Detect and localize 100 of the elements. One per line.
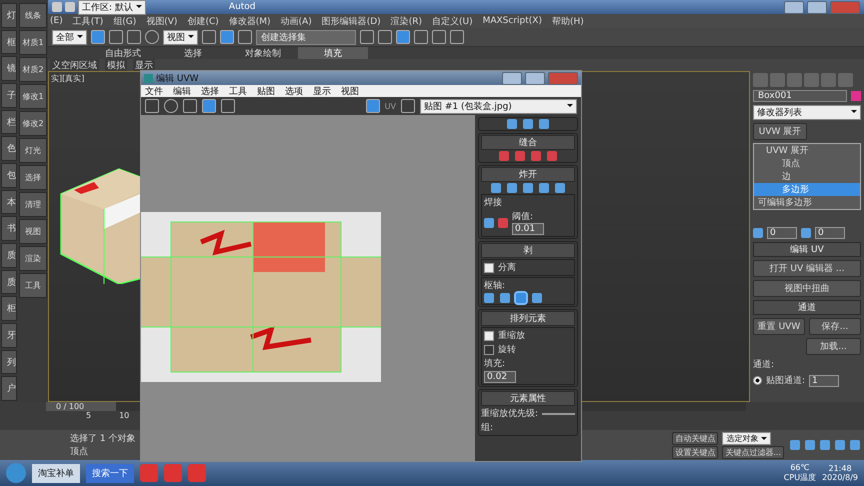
rollout-header[interactable]: 编辑 UV [753,242,861,257]
script-button[interactable]: 选择 [19,165,47,190]
ribbon-tab[interactable]: 选择 [158,47,228,59]
texture-dropdown[interactable]: 贴图 #1 (包装盒.jpg) [420,98,577,114]
script-button[interactable]: 本 [1,190,17,214]
menu-item[interactable]: 显示 [313,84,331,98]
script-button[interactable]: 框 [1,30,17,54]
modifier-stack-item[interactable]: UVW 展开 [754,144,860,157]
radio-button[interactable] [753,376,762,385]
threshold-field[interactable]: 0.01 [512,223,544,235]
modifier-stack-item[interactable]: 可编辑多边形 [754,196,860,209]
menu-item[interactable]: 工具 [229,84,247,98]
close-button[interactable] [830,0,860,14]
selection-set-field[interactable]: 创建选择集 [256,30,356,44]
menu-item[interactable]: MAXScript(X) [482,16,542,26]
menu-item[interactable]: 组(G) [113,14,136,28]
rollout-header[interactable]: 排列元素 [481,311,575,326]
tweak-in-view-button[interactable]: 视图中扭曲 [753,280,861,297]
script-button[interactable]: 工具 [19,273,47,298]
checkbox[interactable] [484,262,494,272]
rollout-header[interactable]: 通道 [753,300,861,315]
menu-item[interactable]: 修改器(M) [228,14,271,28]
checkbox[interactable] [484,344,494,354]
rollout-header[interactable]: 元素属性 [481,391,575,406]
spinner-field[interactable]: 0 [815,227,845,239]
ribbon-tab[interactable]: 自由形式 [88,47,158,59]
script-button[interactable]: 质 [1,270,17,294]
minimize-button[interactable] [502,72,522,84]
menu-item[interactable]: 工具(T) [72,14,104,28]
menu-item[interactable]: 渲染(R) [390,14,422,28]
taskbar-window[interactable]: 淘宝补单 [32,464,80,482]
spinner-field[interactable]: 0 [767,227,797,239]
script-button[interactable]: 视图 [19,219,47,244]
save-button[interactable]: 保存... [809,318,861,335]
script-button[interactable]: 材质2 [19,57,47,82]
script-button[interactable]: 线条 [19,3,47,28]
script-button[interactable]: 包 [1,163,17,188]
maximize-button[interactable] [525,72,545,84]
set-key-button[interactable]: 设置关键点 [672,446,718,458]
script-button[interactable]: 列 [1,350,17,374]
open-uv-editor-button[interactable]: 打开 UV 编辑器 ... [753,260,861,277]
menu-item[interactable]: 文件 [145,84,163,98]
menu-item[interactable]: 选择 [201,84,219,98]
script-button[interactable]: 清理 [19,192,47,217]
script-button[interactable]: 灯光 [19,138,47,163]
menu-item[interactable]: 动画(A) [280,14,312,28]
script-button[interactable]: 质 [1,243,17,268]
ribbon-subtab[interactable]: 模拟 [105,59,127,71]
search-button[interactable]: 搜索一下 [86,464,134,482]
script-button[interactable]: 栏 [1,110,17,134]
script-button[interactable]: 书 [1,216,17,242]
key-filters-button[interactable]: 关键点过滤器... [722,446,784,458]
script-button[interactable]: 镜 [1,56,17,82]
menu-item[interactable]: 贴图 [257,84,275,98]
close-button[interactable] [548,72,578,84]
slider-thumb[interactable]: 0 / 100 [46,402,116,411]
checkbox[interactable] [484,330,494,340]
reset-uvw-button[interactable]: 重置 UVW [753,318,805,335]
rollout-header[interactable]: 缝合 [481,135,575,150]
ribbon-subtab[interactable]: 义空闲区域 [50,59,99,71]
uvw-unwrap-button[interactable]: UVW 展开 [753,123,807,140]
load-button[interactable]: 加载... [806,338,861,355]
rollout-header[interactable]: 剥 [481,243,575,258]
start-button[interactable] [6,463,26,483]
workspace-dropdown[interactable]: 工作区: 默认 [78,0,146,14]
script-button[interactable]: 子 [1,83,17,108]
menu-item[interactable]: 选项 [285,84,303,98]
menu-item[interactable]: 帮助(H) [552,14,584,28]
minimize-button[interactable] [784,0,804,14]
maximize-button[interactable] [807,0,827,14]
key-mode-dropdown[interactable]: 选定对象 [722,432,772,444]
padding-field[interactable]: 0.02 [484,371,516,383]
modifier-list-dropdown[interactable]: 修改器列表 [753,105,861,120]
script-button[interactable]: 户 [1,376,17,402]
modifier-stack-item[interactable]: 边 [754,170,860,183]
script-button[interactable]: 材质1 [19,30,47,55]
ribbon-tab[interactable]: 填充 [298,47,368,59]
menu-item[interactable]: 图形编辑器(D) [322,14,381,28]
menu-item[interactable]: 视图 [341,84,359,98]
script-button[interactable]: 渲染 [19,246,47,271]
ribbon-subtab[interactable]: 显示 [133,59,155,71]
menu-item[interactable]: 自定义(U) [432,14,473,28]
modifier-stack-item[interactable]: 顶点 [754,157,860,170]
auto-key-button[interactable]: 自动关键点 [672,432,718,444]
script-button[interactable]: 色 [1,136,17,162]
rollout-header[interactable]: 炸开 [481,167,575,182]
uv-canvas[interactable] [141,115,475,461]
script-button[interactable]: 灯 [1,3,17,28]
menu-item[interactable]: 编辑 [173,84,191,98]
map-channel-field[interactable]: 1 [809,374,840,386]
object-name-field[interactable]: Box001 [753,90,847,102]
ribbon-tab[interactable]: 对象绘制 [228,47,298,59]
color-swatch[interactable] [851,91,861,101]
script-button[interactable]: 修改2 [19,111,47,136]
coordinate-dropdown[interactable]: 视图 [163,30,198,44]
script-button[interactable]: 修改1 [19,84,47,109]
menu-item[interactable]: (E) [50,16,63,26]
menu-item[interactable]: 创建(C) [187,14,219,28]
script-button[interactable]: 牙 [1,323,17,348]
selection-filter-dropdown[interactable]: 全部 [52,30,87,44]
